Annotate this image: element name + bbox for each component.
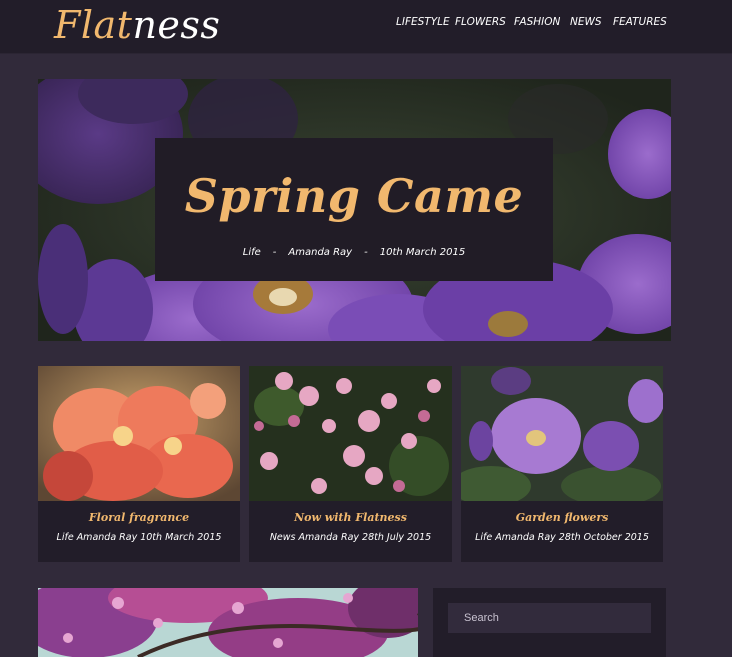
nav-fashion[interactable]: FASHION — [514, 16, 560, 28]
sidebar — [433, 588, 666, 657]
nav-news[interactable]: NEWS — [570, 16, 602, 28]
hero-category[interactable]: Life — [243, 247, 261, 258]
hero-title[interactable]: Spring Came — [155, 168, 553, 224]
hero-author[interactable]: Amanda Ray — [288, 247, 352, 258]
pink-blossom-image — [249, 366, 452, 501]
hero-banner[interactable]: Spring Came Life - Amanda Ray -10th March 2… — [38, 79, 671, 341]
nav-features[interactable]: FEATURES — [613, 16, 667, 28]
post-image-flatness[interactable] — [249, 366, 452, 501]
post-card-flatness[interactable]: Now with Flatness News Amanda Ray 28th J… — [249, 366, 452, 562]
featured-post-image[interactable] — [38, 588, 418, 657]
hero-meta: Life - Amanda Ray -10th March 2015 — [155, 247, 553, 258]
site-header: Flatness LIFESTYLE FLOWERS FASHION NEWS … — [0, 0, 732, 54]
post-card-garden[interactable]: Garden flowers Life Amanda Ray 28th Octo… — [461, 366, 663, 562]
hero-caption-box: Spring Came Life - Amanda Ray -10th March 2… — [155, 138, 553, 281]
purple-petunia-image — [461, 366, 663, 501]
post-title[interactable]: Garden flowers — [461, 511, 663, 524]
post-title[interactable]: Floral fragrance — [38, 511, 240, 524]
floral-image — [38, 366, 240, 501]
post-image-garden[interactable] — [461, 366, 663, 501]
hero-meta-separator: - — [272, 247, 277, 258]
hero-date: 10th March 2015 — [379, 247, 466, 258]
hero-meta-separator: - — [364, 247, 368, 258]
logo-part-flat: Flat — [54, 3, 133, 47]
search-input[interactable] — [448, 603, 651, 633]
post-meta: News Amanda Ray 28th July 2015 — [269, 532, 432, 543]
cherry-blossom-image — [38, 588, 418, 657]
nav-flowers[interactable]: FLOWERS — [455, 16, 506, 28]
post-meta: Life Amanda Ray 28th October 2015 — [475, 532, 649, 543]
post-image-floral[interactable] — [38, 366, 240, 501]
nav-lifestyle[interactable]: LIFESTYLE — [396, 16, 450, 28]
logo-part-ness: ness — [132, 3, 221, 47]
post-card-floral[interactable]: Floral fragrance Life Amanda Ray 10th Ma… — [38, 366, 240, 562]
post-title[interactable]: Now with Flatness — [249, 511, 452, 524]
post-meta: Life Amanda Ray 10th March 2015 — [56, 532, 222, 543]
site-logo[interactable]: Flatness — [54, 2, 220, 48]
